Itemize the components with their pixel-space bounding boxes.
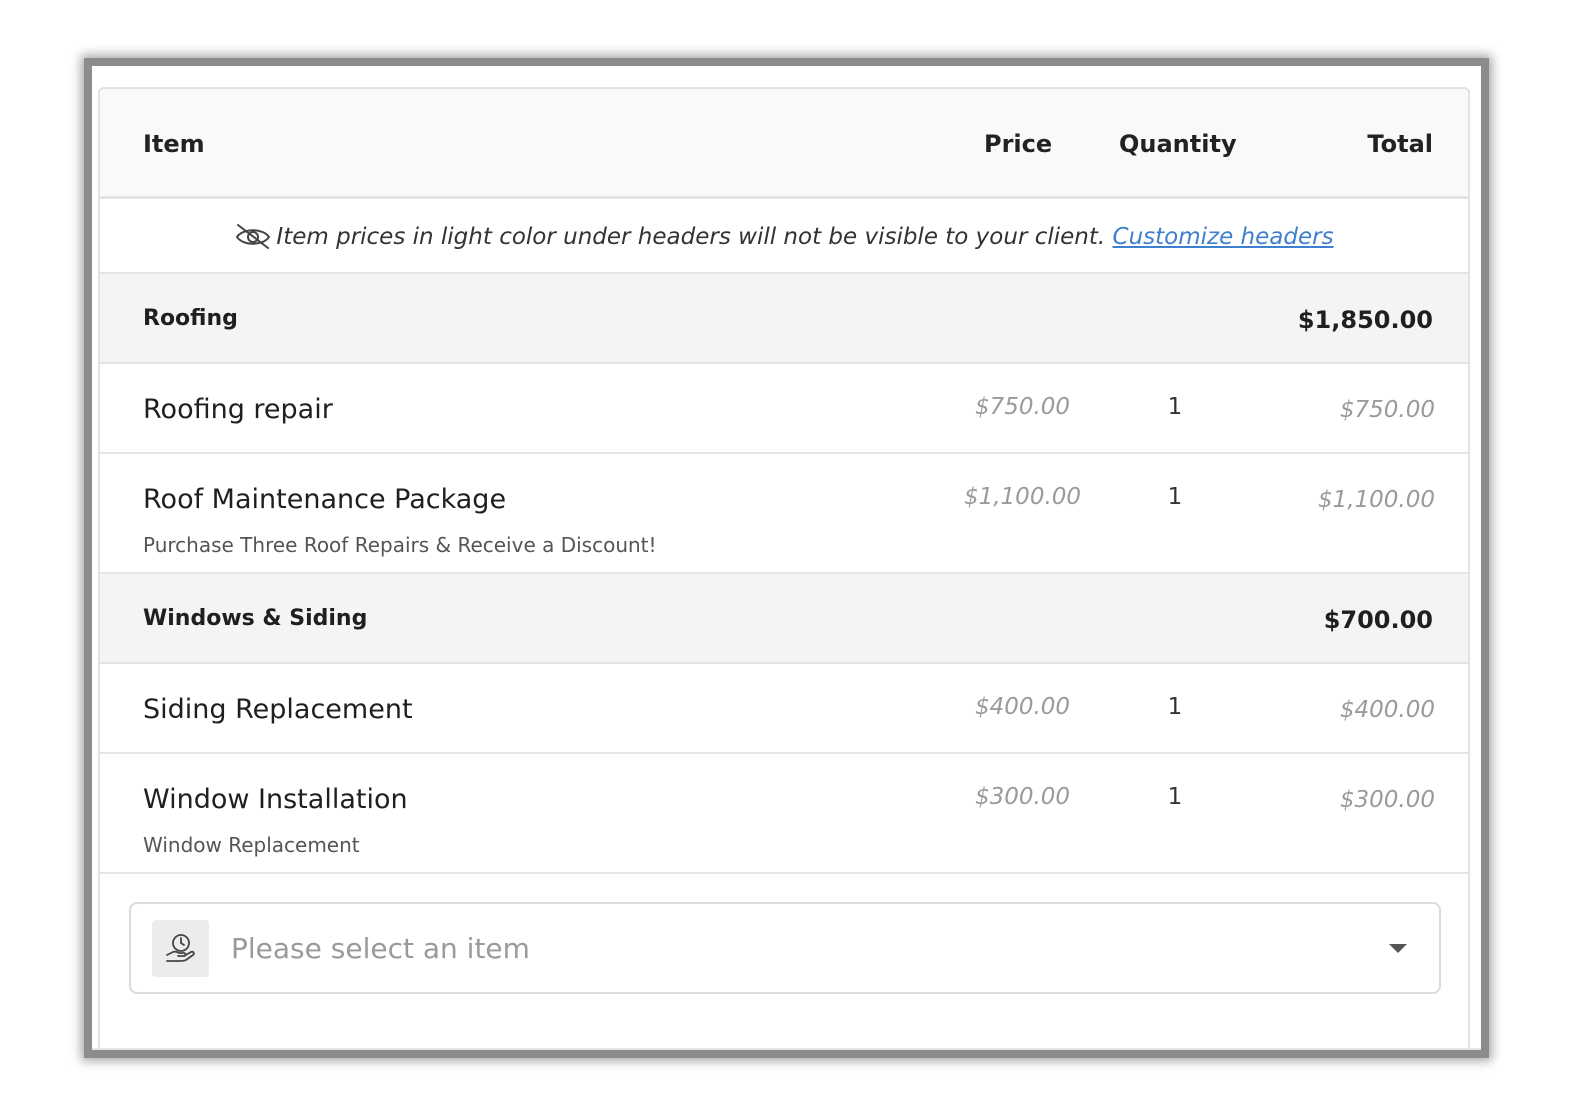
- line-items-table: Item Price Quantity Total Item prices in…: [98, 87, 1470, 1050]
- item-total: $1,100.00: [1317, 487, 1435, 513]
- group-total: $1,850.00: [1297, 306, 1433, 334]
- group-name: Roofing: [143, 306, 238, 331]
- item-name: Roof Maintenance Package: [143, 484, 507, 515]
- header-total: Total: [1367, 130, 1433, 158]
- table-row[interactable]: Roofing repair $750.00 1 $750.00: [100, 364, 1468, 454]
- table-row[interactable]: Siding Replacement $400.00 1 $400.00: [100, 664, 1468, 754]
- table-header: Item Price Quantity Total: [100, 89, 1468, 199]
- item-price: $300.00: [974, 784, 1071, 810]
- customize-headers-link[interactable]: Customize headers: [1113, 224, 1334, 250]
- group-name: Windows & Siding: [143, 606, 368, 631]
- item-description: Purchase Three Roof Repairs & Receive a …: [143, 533, 657, 557]
- chevron-down-icon[interactable]: [1389, 944, 1407, 953]
- visibility-notice: Item prices in light color under headers…: [100, 202, 1468, 274]
- table-row[interactable]: Roof Maintenance Package Purchase Three R…: [100, 454, 1468, 574]
- eye-slash-icon: [236, 224, 271, 249]
- hand-dollar-icon: [152, 920, 209, 977]
- item-quantity[interactable]: 1: [1160, 482, 1190, 512]
- notice-text: Item prices in light color under headers…: [276, 224, 1106, 250]
- group-total: $700.00: [1323, 606, 1433, 634]
- item-price: $400.00: [974, 694, 1071, 720]
- divider: [92, 1048, 1481, 1050]
- group-header-row: Roofing $1,850.00: [100, 274, 1468, 364]
- item-quantity[interactable]: 1: [1160, 782, 1190, 812]
- item-total: $750.00: [1339, 397, 1435, 423]
- item-name: Siding Replacement: [143, 694, 413, 725]
- item-select-dropdown[interactable]: Please select an item: [129, 902, 1441, 994]
- table-row[interactable]: Window Installation Window Replacement $30…: [100, 754, 1468, 874]
- item-name: Roofing repair: [143, 394, 333, 425]
- window-frame: Item Price Quantity Total Item prices in…: [84, 58, 1489, 1058]
- header-price: Price: [984, 130, 1053, 158]
- item-total: $400.00: [1339, 697, 1435, 723]
- item-name: Window Installation: [143, 784, 408, 815]
- item-total: $300.00: [1339, 787, 1435, 813]
- header-item: Item: [143, 130, 205, 158]
- group-header-row: Windows & Siding $700.00: [100, 574, 1468, 664]
- header-quantity: Quantity: [1119, 130, 1237, 158]
- item-select-placeholder: Please select an item: [231, 932, 530, 965]
- item-quantity[interactable]: 1: [1160, 392, 1190, 422]
- item-price: $750.00: [974, 394, 1071, 420]
- item-price: $1,100.00: [963, 484, 1082, 510]
- item-quantity[interactable]: 1: [1160, 692, 1190, 722]
- item-description: Window Replacement: [143, 833, 360, 857]
